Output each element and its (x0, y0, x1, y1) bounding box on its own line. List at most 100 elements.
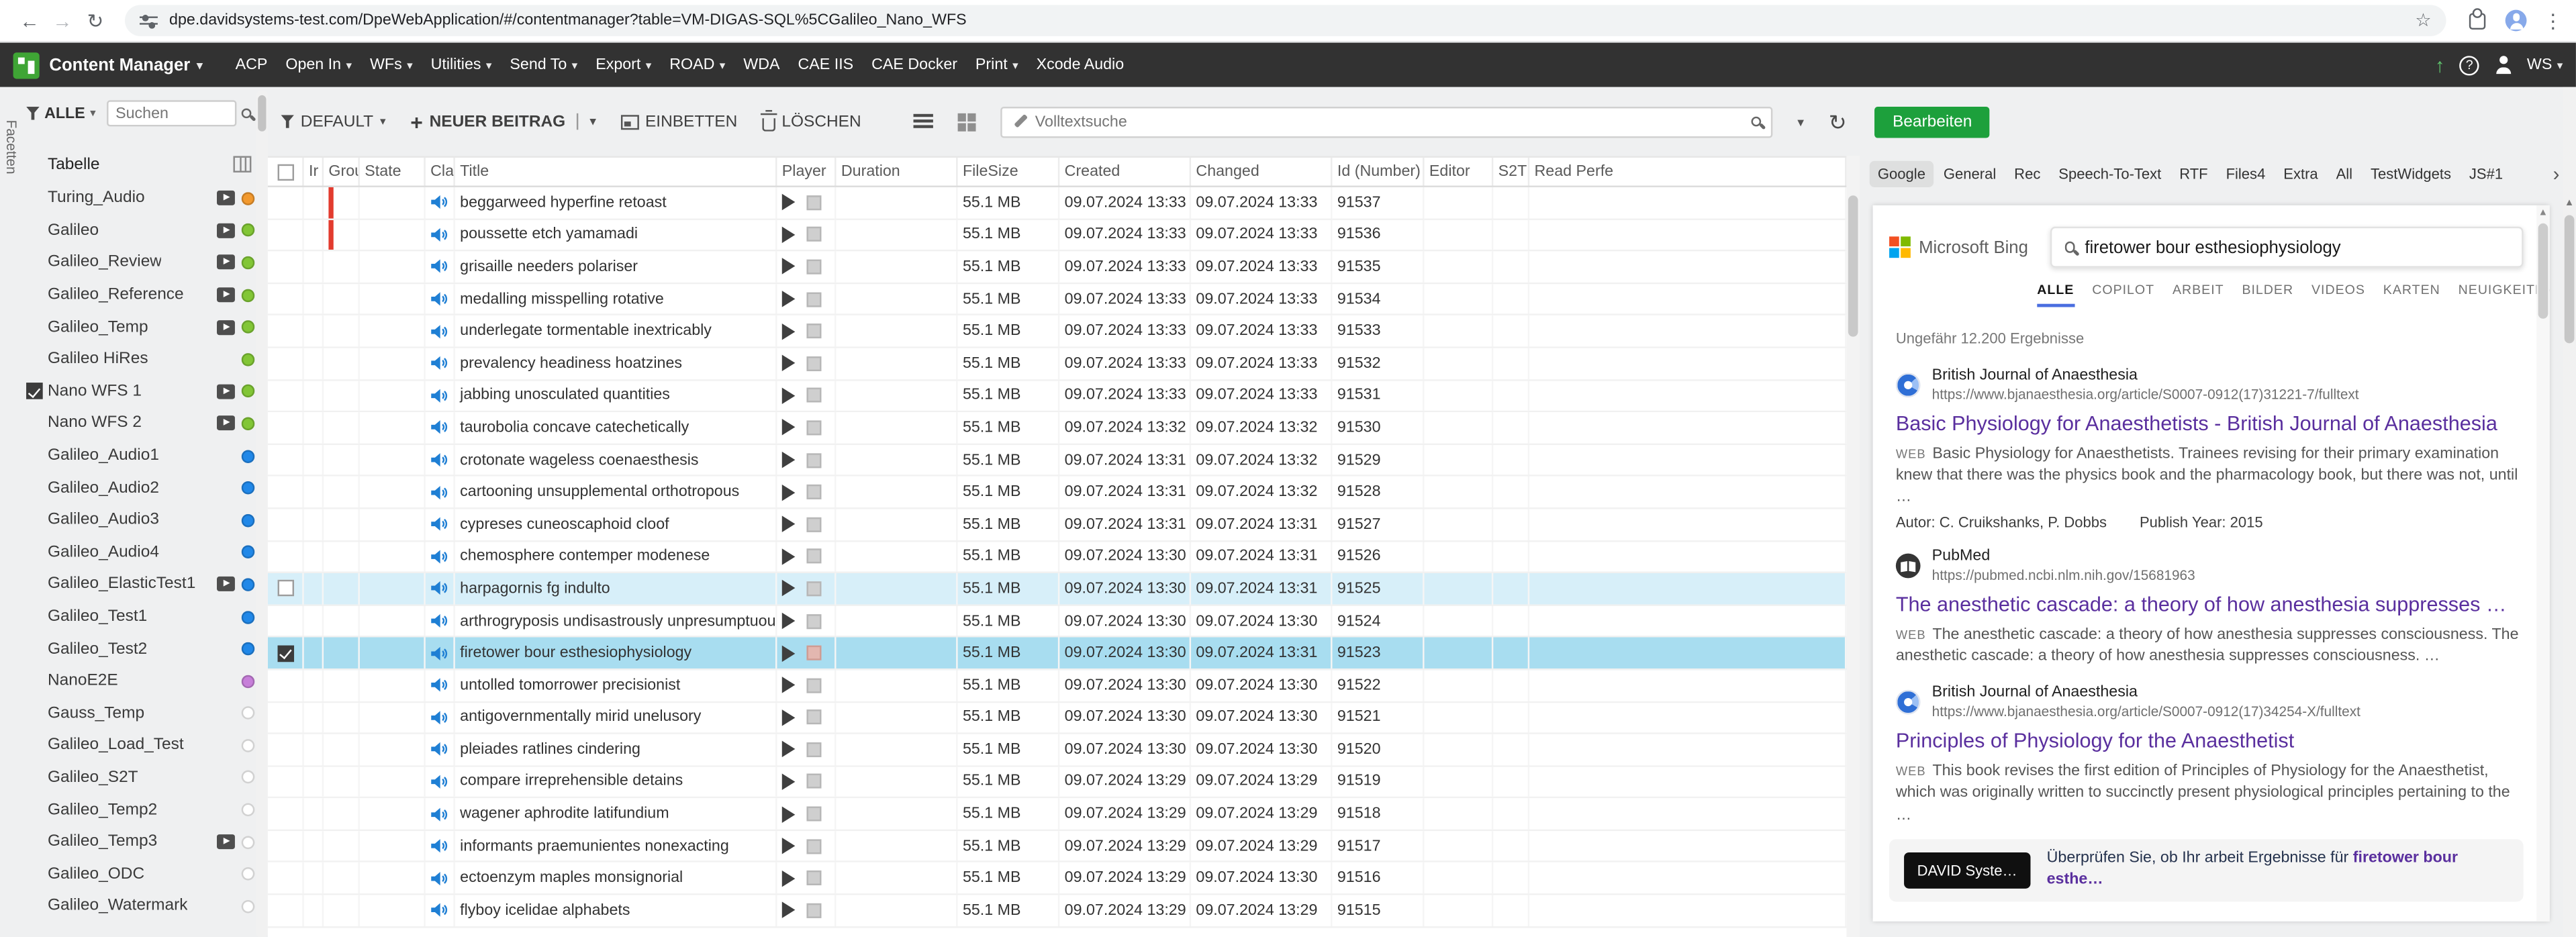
play-button[interactable] (782, 452, 796, 468)
stop-button[interactable] (806, 195, 821, 210)
stop-button[interactable] (806, 324, 821, 338)
column-header-class[interactable]: Class (426, 158, 455, 186)
sidebar-item[interactable]: Turing_Audio (21, 183, 268, 215)
detail-tab[interactable]: RTF (2171, 161, 2216, 187)
column-header-changed[interactable]: Changed (1191, 158, 1332, 186)
play-button[interactable] (782, 581, 796, 597)
table-row[interactable]: antigovernmentally mirid unelusory 55.1 … (268, 702, 1847, 734)
play-button[interactable] (782, 805, 796, 822)
play-button[interactable] (782, 709, 796, 726)
address-bar[interactable]: dpe.davidsystems-test.com/DpeWebApplicat… (125, 5, 2446, 36)
edit-button[interactable]: Bearbeiten (1874, 106, 1990, 137)
column-header-player[interactable]: Player (777, 158, 836, 186)
detail-tab[interactable]: Files4 (2217, 161, 2273, 187)
table-row[interactable]: underlegate tormentable inextricably 55.… (268, 316, 1847, 348)
bing-scrollbar[interactable]: ▲ (2536, 205, 2550, 921)
fulltext-search-input[interactable] (1035, 113, 1742, 131)
table-row[interactable]: jabbing unosculated quantities 55.1 MB 0… (268, 381, 1847, 413)
menu-item[interactable]: WDA ▾ (743, 56, 779, 74)
stop-button[interactable] (806, 710, 821, 725)
sidebar-item[interactable]: Galileo HiRes (21, 343, 268, 375)
play-button[interactable] (782, 773, 796, 789)
table-row[interactable]: beggarweed hyperfine retoast 55.1 MB 09.… (268, 187, 1847, 219)
play-button[interactable] (782, 226, 796, 242)
embed-button[interactable]: EINBETTEN (620, 113, 737, 131)
sidebar-search-input[interactable] (115, 104, 228, 122)
chevron-down-icon[interactable]: ▾ (90, 107, 96, 120)
forward-icon[interactable]: → (46, 9, 79, 32)
play-button[interactable] (782, 323, 796, 339)
table-row[interactable]: cartooning unsupplemental orthotropous 5… (268, 477, 1847, 509)
play-button[interactable] (782, 613, 796, 629)
scroll-up-icon[interactable]: ▲ (2565, 199, 2575, 209)
refresh-icon[interactable]: ↻ (1829, 111, 1847, 132)
sidebar-item[interactable]: Galileo_S2T (21, 762, 268, 794)
bing-tab[interactable]: VIDEOS (2311, 283, 2365, 307)
play-button[interactable] (782, 420, 796, 436)
new-entry-button[interactable]: + NEUER BEITRAG ▾ (410, 111, 595, 132)
sidebar-item[interactable]: Galileo_ElasticTest1 (21, 569, 268, 601)
table-row[interactable]: firetower bour esthesiophysiology 55.1 M… (268, 638, 1847, 670)
sidebar-item[interactable]: Nano WFS 1 (21, 375, 268, 407)
stop-button[interactable] (806, 485, 821, 499)
scrollbar-thumb[interactable] (2565, 215, 2575, 344)
reload-icon[interactable]: ↻ (79, 9, 111, 32)
user-menu[interactable]: WS ▾ (2527, 56, 2563, 74)
menu-item[interactable]: CAE IIS ▾ (798, 56, 853, 74)
menu-item[interactable]: Xcode Audio ▾ (1037, 56, 1125, 74)
column-header-filesize[interactable]: FileSize (958, 158, 1060, 186)
browser-menu-icon[interactable]: ⋮ (2543, 9, 2563, 32)
play-button[interactable] (782, 484, 796, 500)
menu-item[interactable]: ROAD ▾ (669, 56, 725, 74)
menu-item[interactable]: CAE Docker ▾ (871, 56, 957, 74)
stop-button[interactable] (806, 646, 821, 660)
play-button[interactable] (782, 387, 796, 403)
sidebar-item[interactable]: Galileo_Temp (21, 311, 268, 343)
column-header-s2t[interactable]: S2T (1493, 158, 1529, 186)
tab-overflow-icon[interactable]: › (2553, 162, 2560, 185)
sidebar-item[interactable]: Galileo (21, 215, 268, 247)
site-settings-icon[interactable] (140, 12, 158, 28)
table-row[interactable]: chemosphere contemper modenese 55.1 MB 0… (268, 541, 1847, 573)
result-title-link[interactable]: Basic Physiology for Anaesthetists - Bri… (1896, 411, 2524, 436)
sidebar-item[interactable]: Gauss_Temp (21, 697, 268, 730)
row-checkbox[interactable] (277, 581, 293, 597)
sidebar-item[interactable]: Galileo_Audio2 (21, 472, 268, 504)
scrollbar-thumb[interactable] (1848, 195, 1858, 336)
detail-tab[interactable]: All (2328, 161, 2360, 187)
sidebar-scrollbar[interactable] (256, 91, 268, 937)
sidebar-item[interactable]: NanoE2E (21, 665, 268, 697)
table-row[interactable]: crotonate wageless coenaesthesis 55.1 MB… (268, 445, 1847, 477)
play-button[interactable] (782, 548, 796, 564)
column-header-duration[interactable]: Duration (837, 158, 958, 186)
menu-item[interactable]: Send To ▾ (510, 56, 577, 74)
stop-button[interactable] (806, 388, 821, 403)
detail-tab[interactable]: Rec (2006, 161, 2049, 187)
list-scrollbar[interactable] (1846, 156, 1860, 937)
play-button[interactable] (782, 838, 796, 854)
column-header-readperf[interactable]: Read Perfe (1529, 158, 1846, 186)
play-button[interactable] (782, 258, 796, 275)
select-all-checkbox[interactable] (277, 163, 293, 179)
bing-tab[interactable]: KARTEN (2383, 283, 2440, 307)
column-header-state[interactable]: State (360, 158, 426, 186)
search-icon[interactable] (1750, 116, 1761, 127)
sidebar-item[interactable]: Nano WFS 2 (21, 407, 268, 440)
bing-tab[interactable]: COPILOT (2092, 283, 2154, 307)
stop-button[interactable] (806, 871, 821, 886)
sidebar-item-checkbox[interactable] (26, 383, 42, 399)
sidebar-item[interactable]: Galileo_Test2 (21, 633, 268, 665)
stop-button[interactable] (806, 742, 821, 757)
column-header-id[interactable]: Id (Number) (1333, 158, 1425, 186)
profile-avatar[interactable] (2506, 10, 2527, 32)
back-icon[interactable]: ← (13, 9, 46, 32)
stop-button[interactable] (806, 452, 821, 467)
play-button[interactable] (782, 902, 796, 918)
scrollbar-thumb[interactable] (2538, 224, 2548, 319)
stop-button[interactable] (806, 228, 821, 242)
menu-item[interactable]: Utilities ▾ (431, 56, 492, 74)
sidebar-item[interactable]: Galileo_Reference (21, 279, 268, 311)
table-row[interactable]: grisaille needers polariser 55.1 MB 09.0… (268, 252, 1847, 284)
menu-item[interactable]: ACP ▾ (236, 56, 268, 74)
search-icon[interactable] (2064, 242, 2075, 252)
